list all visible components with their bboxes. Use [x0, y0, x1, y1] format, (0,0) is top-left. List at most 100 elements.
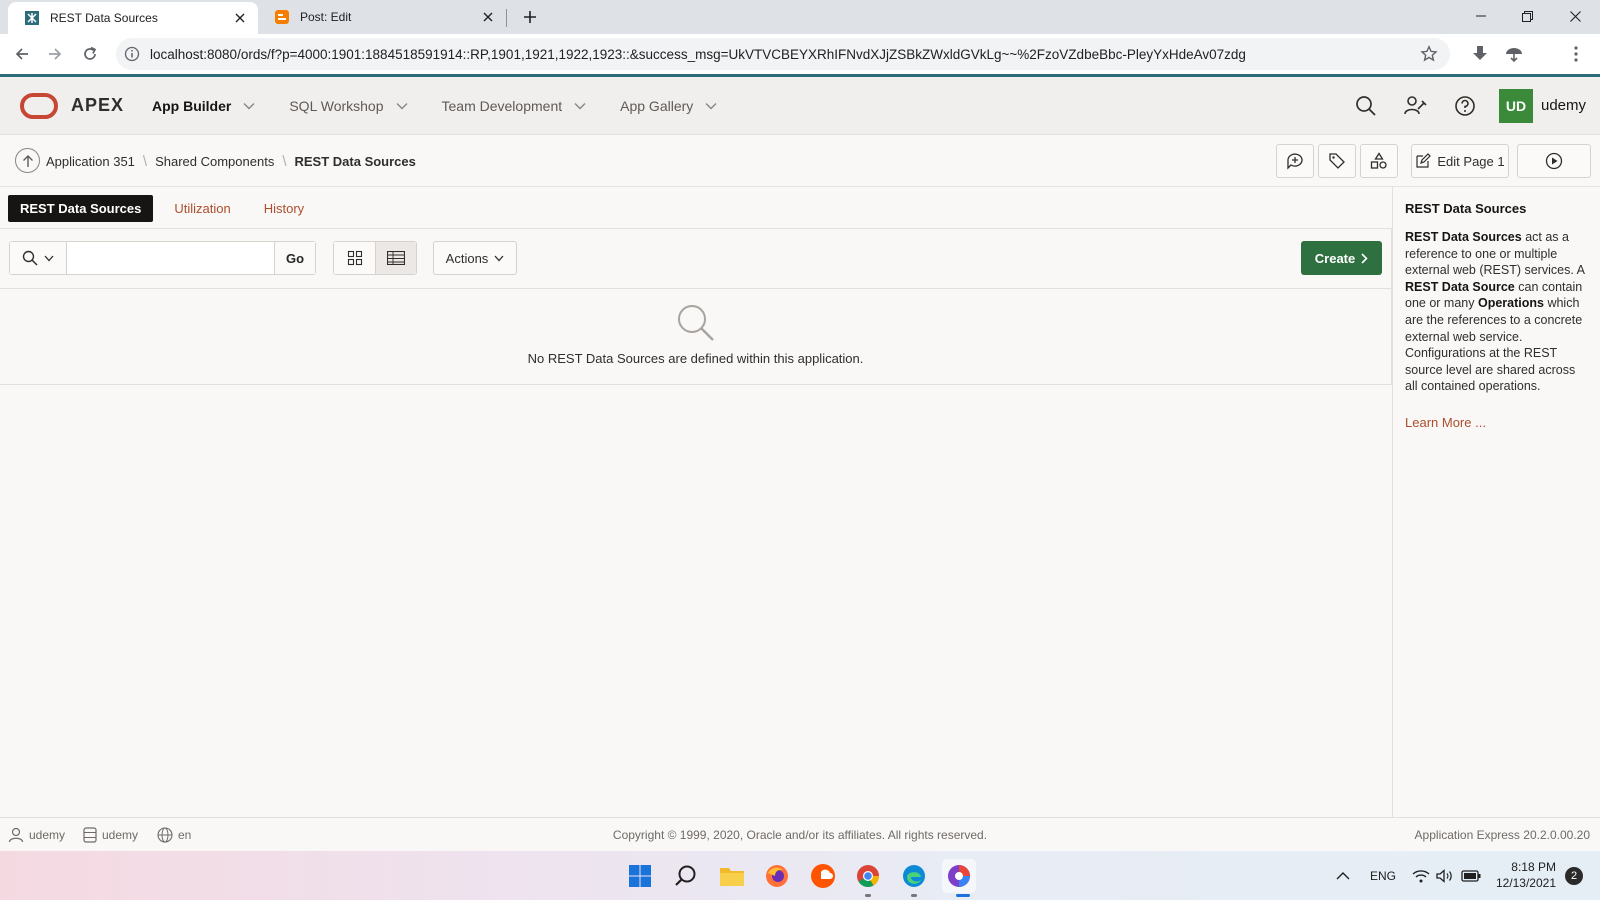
search-icon	[22, 250, 38, 266]
screen-recorder-icon[interactable]	[942, 859, 976, 893]
close-tab-icon[interactable]	[480, 9, 496, 25]
soundcloud-icon[interactable]	[806, 859, 840, 893]
show-hidden-icons[interactable]	[1336, 851, 1350, 900]
main-menu: App Builder SQL Workshop Team Developmen…	[152, 77, 751, 134]
forward-arrow-icon[interactable]	[43, 42, 67, 66]
play-icon	[1545, 152, 1563, 170]
learn-more-link[interactable]: Learn More ...	[1405, 415, 1588, 430]
notification-badge[interactable]: 2	[1565, 867, 1583, 885]
url-omnibox[interactable]: localhost:8080/ords/f?p=4000:1901:188451…	[116, 38, 1450, 70]
shapes-icon	[1370, 152, 1387, 169]
battery-icon[interactable]	[1461, 851, 1481, 900]
tab-history[interactable]: History	[264, 201, 304, 216]
menu-sql-workshop[interactable]: SQL Workshop	[289, 98, 407, 114]
feedback-button[interactable]	[1276, 144, 1314, 178]
tag-button[interactable]	[1318, 144, 1356, 178]
site-info-icon[interactable]	[124, 46, 140, 62]
breadcrumb-application[interactable]: Application 351	[46, 154, 135, 169]
report-view-button[interactable]	[375, 242, 416, 274]
help-term: Operations	[1477, 296, 1544, 311]
breadcrumb-shared-components[interactable]: Shared Components	[155, 154, 274, 169]
apex-header: APEX App Builder SQL Workshop Team Devel…	[0, 77, 1600, 135]
breadcrumb-current: REST Data Sources	[294, 153, 416, 169]
firefox-icon[interactable]	[760, 859, 794, 893]
table-icon	[387, 251, 405, 265]
clock-date: 12/13/2021	[1495, 876, 1556, 890]
actions-menu-button[interactable]: Actions	[433, 241, 517, 275]
view-switcher	[333, 241, 417, 275]
run-page-button[interactable]	[1517, 144, 1591, 178]
breadcrumb-bar: Application 351 \ Shared Components \ RE…	[0, 135, 1600, 187]
help-text-part: which are the references to a concrete e…	[1405, 296, 1583, 394]
app-version: Application Express 20.2.0.00.20	[1414, 828, 1590, 842]
breadcrumb-separator: \	[142, 152, 148, 170]
running-indicator	[911, 894, 917, 897]
menu-app-builder[interactable]: App Builder	[152, 98, 255, 114]
up-arrow-icon[interactable]	[15, 148, 40, 173]
chevron-down-icon[interactable]	[396, 102, 408, 110]
actions-label: Actions	[445, 250, 489, 266]
chevron-down-icon[interactable]	[574, 102, 586, 110]
url-text[interactable]: localhost:8080/ords/f?p=4000:1901:188451…	[150, 47, 1420, 62]
chrome-icon[interactable]	[851, 859, 885, 893]
create-button[interactable]: Create	[1301, 241, 1382, 275]
create-label: Create	[1314, 250, 1356, 266]
administration-icon[interactable]	[1402, 93, 1428, 119]
user-name[interactable]: udemy	[1541, 97, 1586, 114]
restore-icon[interactable]	[1504, 0, 1550, 32]
search-icon[interactable]	[1353, 93, 1379, 119]
chevron-down-icon[interactable]	[243, 102, 255, 110]
edge-icon[interactable]	[897, 859, 931, 893]
windows-taskbar: ENG 8:18 PM 12/13/2021 2	[0, 851, 1600, 900]
search-input[interactable]	[67, 242, 274, 274]
go-button[interactable]: Go	[274, 242, 315, 274]
main-content: REST Data Sources Utilization History Go…	[0, 187, 1392, 817]
close-window-icon[interactable]	[1552, 0, 1598, 32]
help-term: REST Data Sources	[1405, 230, 1522, 244]
volume-icon[interactable]	[1436, 851, 1454, 900]
tab-rest-data-sources[interactable]: REST Data Sources	[8, 194, 154, 222]
reload-icon[interactable]	[78, 42, 102, 66]
edit-page-button[interactable]: Edit Page 1	[1411, 144, 1509, 178]
menu-team-development[interactable]: Team Development	[442, 98, 587, 114]
report-region: Go Actions Create No REST Data Sources a…	[0, 228, 1392, 385]
system-clock[interactable]: 8:18 PM 12/13/2021	[1490, 859, 1556, 891]
help-text: REST Data Sources act as a reference to …	[1405, 229, 1588, 395]
icon-view-button[interactable]	[334, 242, 375, 274]
address-bar-row: localhost:8080/ords/f?p=4000:1901:188451…	[0, 34, 1600, 74]
search-icon[interactable]	[669, 859, 703, 893]
file-explorer-icon[interactable]	[715, 859, 749, 893]
help-icon[interactable]	[1452, 93, 1478, 119]
menu-label: App Builder	[152, 97, 232, 114]
shared-components-button[interactable]	[1360, 144, 1398, 178]
back-arrow-icon[interactable]	[10, 42, 34, 66]
extension-icon[interactable]	[1502, 42, 1526, 66]
search-column-selector[interactable]	[10, 242, 67, 274]
input-language[interactable]: ENG	[1370, 851, 1396, 900]
menu-label: App Gallery	[620, 97, 694, 114]
report-toolbar: Go Actions Create	[0, 229, 1391, 289]
browser-tab-rest-data-sources[interactable]: REST Data Sources	[8, 2, 258, 34]
avatar[interactable]: UD	[1499, 89, 1533, 123]
help-term: REST Data Source	[1405, 279, 1515, 294]
bookmark-star-icon[interactable]	[1420, 45, 1438, 63]
page-footer: udemy udemy en Copyright © 1999, 2020, O…	[0, 817, 1600, 851]
feedback-icon	[1287, 153, 1303, 170]
start-windows-icon[interactable]	[623, 859, 657, 893]
tab-utilization[interactable]: Utilization	[174, 201, 230, 216]
new-tab-icon[interactable]	[520, 7, 540, 27]
help-panel: REST Data Sources REST Data Sources act …	[1392, 187, 1600, 817]
apex-brand[interactable]: APEX	[71, 95, 124, 116]
wifi-icon[interactable]	[1412, 851, 1430, 900]
browser-tab-post-edit[interactable]: Post: Edit	[258, 0, 506, 34]
close-tab-icon[interactable]	[232, 10, 248, 26]
active-indicator	[956, 894, 970, 897]
breadcrumb: Application 351 \ Shared Components \ RE…	[46, 135, 416, 187]
chevron-down-icon[interactable]	[705, 102, 717, 110]
menu-app-gallery[interactable]: App Gallery	[620, 98, 717, 114]
oracle-logo-icon[interactable]	[20, 93, 58, 119]
download-icon[interactable]	[1468, 42, 1492, 66]
minimize-icon[interactable]	[1458, 0, 1504, 32]
chevron-up-icon	[1336, 871, 1350, 879]
browser-menu-icon[interactable]	[1564, 42, 1588, 66]
